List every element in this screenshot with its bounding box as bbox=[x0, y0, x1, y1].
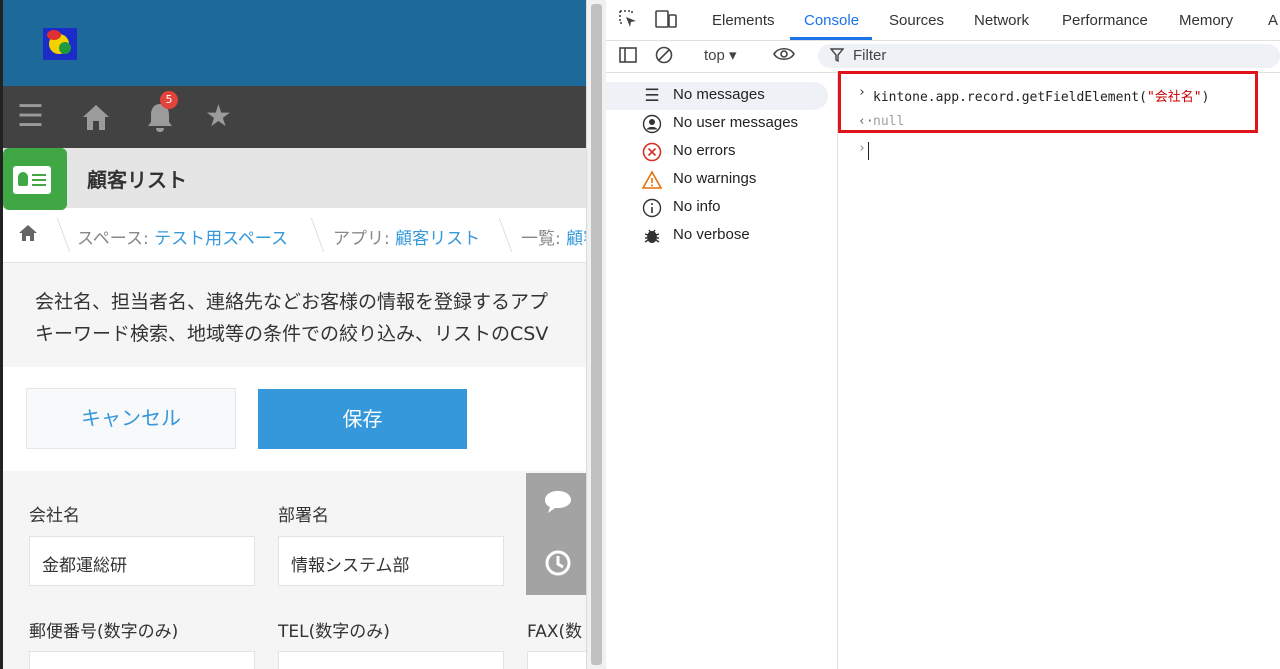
notification-badge: 5 bbox=[160, 91, 178, 109]
chevron-down-icon: ▾ bbox=[729, 47, 737, 64]
tab-memory[interactable]: Memory bbox=[1179, 12, 1233, 29]
filter-input[interactable]: Filter bbox=[818, 44, 1280, 68]
tab-performance[interactable]: Performance bbox=[1062, 12, 1148, 29]
home-icon[interactable] bbox=[79, 100, 113, 142]
fax-label: FAX(数 bbox=[527, 622, 583, 642]
sidebar-item-warnings[interactable]: No warnings bbox=[606, 166, 828, 194]
page-scrollbar[interactable] bbox=[586, 0, 606, 669]
user-icon bbox=[642, 114, 662, 134]
company-label: 会社名 bbox=[29, 506, 80, 526]
zip-input[interactable] bbox=[29, 651, 255, 669]
devtools-panel: Elements Console Sources Network Perform… bbox=[606, 0, 1280, 669]
breadcrumb-app-link[interactable]: 顧客リスト bbox=[395, 229, 480, 249]
device-toolbar-icon[interactable] bbox=[654, 9, 678, 33]
zip-label: 郵便番号(数字のみ) bbox=[29, 622, 179, 642]
breadcrumb-view: 一覧: 顧客 bbox=[521, 224, 586, 249]
app-description: 会社名、担当者名、連絡先などお客様の情報を登録するアプ キーワード検索、地域等の… bbox=[3, 263, 586, 367]
console-sidebar: ☰ No messages No user messages No errors… bbox=[606, 72, 838, 669]
console-toolbar: top ▾ Filter bbox=[606, 40, 1280, 73]
cancel-button[interactable]: キャンセル bbox=[26, 388, 236, 449]
kintone-logo-icon[interactable] bbox=[43, 28, 77, 60]
eye-icon[interactable] bbox=[772, 44, 796, 68]
fax-input[interactable] bbox=[527, 651, 586, 669]
history-icon[interactable] bbox=[542, 547, 574, 586]
side-toolbar bbox=[526, 473, 586, 595]
global-nav: ☰ ★ bbox=[3, 86, 586, 148]
sidebar-item-info[interactable]: No info bbox=[606, 194, 828, 222]
console-input-line: kintone.app.record.getFieldElement("会社名"… bbox=[873, 90, 1210, 105]
description-line-2: キーワード検索、地域等の条件での絞り込み、リストのCSV bbox=[35, 323, 549, 345]
save-button[interactable]: 保存 bbox=[258, 389, 467, 449]
error-icon bbox=[642, 142, 662, 162]
tab-network[interactable]: Network bbox=[974, 12, 1029, 29]
devtools-tabbar: Elements Console Sources Network Perform… bbox=[606, 0, 1280, 41]
app-title: 顧客リスト bbox=[87, 168, 187, 192]
console-result-line: null bbox=[873, 114, 905, 129]
breadcrumb-space-link[interactable]: テスト用スペース bbox=[154, 229, 288, 249]
bug-icon bbox=[642, 226, 662, 246]
console-output[interactable]: › kintone.app.record.getFieldElement("会社… bbox=[838, 71, 1280, 669]
breadcrumb-view-link[interactable]: 顧客 bbox=[566, 229, 586, 249]
sidebar-toggle-icon[interactable] bbox=[618, 45, 638, 69]
department-label: 部署名 bbox=[278, 506, 329, 526]
input-chevron-icon: › bbox=[858, 85, 866, 100]
top-header bbox=[3, 0, 586, 86]
tab-console[interactable]: Console bbox=[804, 12, 859, 29]
console-prompt-caret[interactable] bbox=[868, 142, 869, 160]
warning-icon bbox=[641, 170, 663, 190]
breadcrumb-home-icon[interactable] bbox=[17, 222, 39, 249]
star-icon[interactable]: ★ bbox=[205, 100, 232, 134]
breadcrumb-space: スペース: テスト用スペース bbox=[77, 229, 289, 249]
menu-icon[interactable]: ☰ bbox=[17, 100, 44, 134]
tel-input[interactable] bbox=[278, 651, 504, 669]
tab-elements[interactable]: Elements bbox=[712, 12, 775, 29]
prompt-chevron-icon: › bbox=[858, 141, 866, 156]
list-icon: ☰ bbox=[644, 86, 660, 106]
breadcrumb: スペース: テスト用スペース アプリ: 顧客リスト 一覧: 顧客 bbox=[3, 210, 586, 263]
return-arrow-icon: ‹· bbox=[858, 114, 874, 129]
inspect-icon[interactable] bbox=[618, 9, 638, 33]
clear-console-icon[interactable] bbox=[654, 45, 674, 69]
company-input[interactable]: 金都運総研 bbox=[29, 536, 255, 586]
department-input[interactable]: 情報システム部 bbox=[278, 536, 504, 586]
description-line-1: 会社名、担当者名、連絡先などお客様の情報を登録するアプ bbox=[35, 291, 549, 313]
sidebar-item-user-messages[interactable]: No user messages bbox=[606, 110, 828, 138]
filter-icon bbox=[829, 47, 845, 67]
comment-icon[interactable] bbox=[542, 487, 574, 524]
filter-placeholder: Filter bbox=[853, 47, 887, 64]
kintone-app: ☰ ★ 5 顧客リスト スペース: テスト用スペース アプリ: 顧客リスト 一覧… bbox=[0, 0, 586, 669]
tab-more[interactable]: A bbox=[1268, 12, 1278, 29]
sidebar-item-errors[interactable]: No errors bbox=[606, 138, 828, 166]
info-icon bbox=[642, 198, 662, 218]
tab-sources[interactable]: Sources bbox=[889, 12, 944, 29]
sidebar-item-messages[interactable]: ☰ No messages bbox=[606, 82, 828, 110]
tel-label: TEL(数字のみ) bbox=[278, 622, 390, 642]
app-icon bbox=[3, 148, 67, 210]
sidebar-item-verbose[interactable]: No verbose bbox=[606, 222, 828, 250]
context-selector[interactable]: top ▾ bbox=[704, 46, 737, 64]
breadcrumb-app: アプリ: 顧客リスト bbox=[333, 229, 481, 249]
